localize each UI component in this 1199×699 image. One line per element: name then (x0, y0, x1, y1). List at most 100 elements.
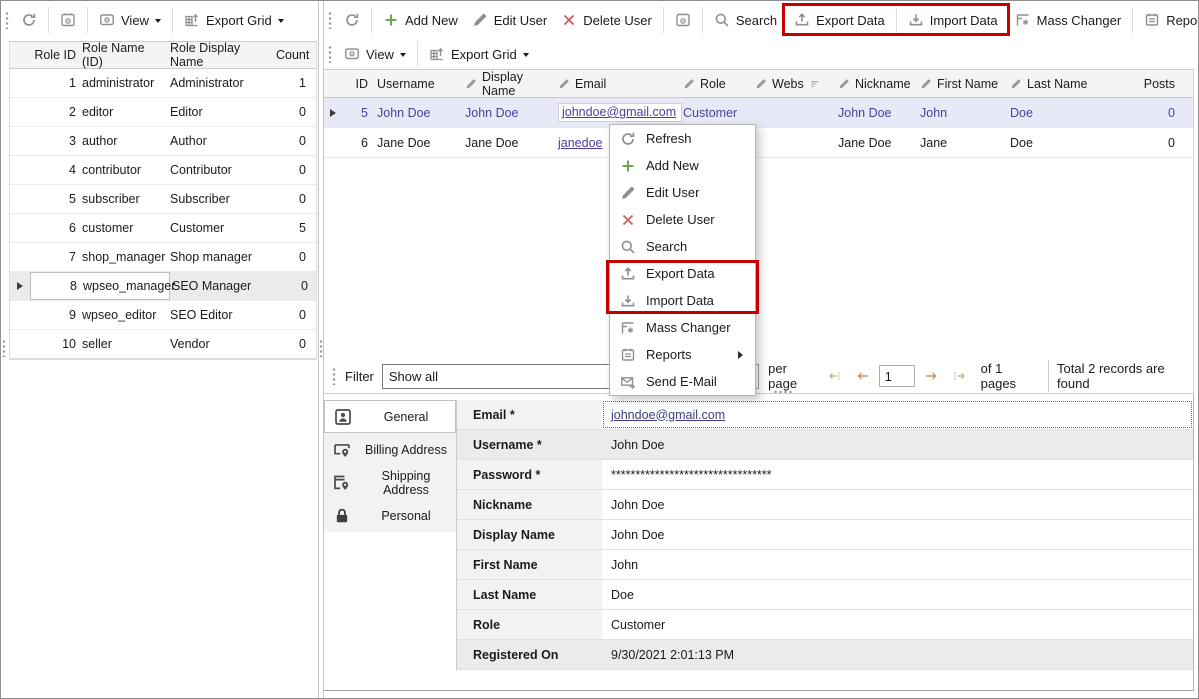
email-link[interactable]: johndoe@gmail.com (562, 105, 676, 119)
mass-changer-button[interactable]: Mass Changer (1008, 4, 1129, 36)
plus-icon (620, 158, 636, 174)
menu-item-reports[interactable]: Reports (610, 341, 755, 368)
posts-cell: 0 (1105, 106, 1185, 120)
email-field[interactable]: johndoe@gmail.com (602, 400, 1193, 429)
grid-eye-icon (675, 12, 691, 28)
role-row[interactable]: 6customerCustomer5 (10, 214, 316, 243)
role-row[interactable]: 5subscriberSubscriber0 (10, 185, 316, 214)
next-page-icon[interactable] (923, 368, 939, 384)
toolbar-drag-handle[interactable] (328, 11, 332, 29)
menu-item-mass-changer[interactable]: Mass Changer (610, 314, 755, 341)
col-header-role-display-name[interactable]: Role Display Name (168, 41, 276, 69)
export-data-label: Export Data (816, 13, 885, 28)
form-row-display-name: Display Name John Doe (457, 520, 1193, 550)
email-link[interactable]: janedoe (558, 136, 603, 150)
pencil-icon (465, 78, 477, 90)
search-button[interactable]: Search (707, 4, 784, 36)
password-field[interactable]: ********************************* (602, 460, 1193, 489)
col-header-last-name[interactable]: Last Name (1010, 77, 1105, 91)
col-header-nickname[interactable]: Nickname (838, 77, 920, 91)
edit-user-button[interactable]: Edit User (465, 4, 554, 36)
user-row-selected[interactable]: 5 John Doe John Doe johndoe@gmail.com Cu… (324, 98, 1193, 128)
role-field[interactable]: Customer (602, 610, 1193, 639)
col-header-posts[interactable]: Posts (1105, 77, 1185, 91)
row-indicator (10, 243, 30, 271)
col-header-role[interactable]: Role (683, 77, 755, 91)
refresh-button[interactable] (337, 4, 367, 36)
col-header-username[interactable]: Username (368, 77, 465, 91)
menu-item-label: Reports (646, 347, 692, 362)
export-data-button[interactable]: Export Data (787, 4, 892, 36)
toolbar-drag-handle[interactable] (5, 11, 9, 29)
view-dropdown-button[interactable]: View (337, 38, 413, 70)
menu-item-refresh[interactable]: Refresh (610, 125, 755, 152)
role-display-cell: Vendor (168, 337, 276, 351)
toolbar-drag-handle[interactable] (332, 367, 336, 385)
tab-personal[interactable]: Personal (324, 499, 456, 532)
role-row[interactable]: 9wpseo_editorSEO Editor0 (10, 301, 316, 330)
export-grid-dropdown-button[interactable]: Export Grid (422, 38, 536, 70)
users-toolbar: Add New Edit User Delete User Search Exp… (324, 1, 1199, 39)
role-row-selected[interactable]: 8wpseo_managerSEO Manager0 (10, 272, 316, 301)
refresh-button[interactable] (14, 4, 44, 36)
email-value-link[interactable]: johndoe@gmail.com (611, 408, 725, 422)
role-display-cell: Administrator (168, 76, 276, 90)
tab-general[interactable]: General (324, 400, 456, 433)
role-count-cell: 5 (276, 221, 312, 235)
delete-user-button[interactable]: Delete User (554, 4, 659, 36)
nickname-field[interactable]: John Doe (602, 490, 1193, 519)
reports-dropdown-button[interactable]: Reports (1137, 4, 1199, 36)
email-header-label: Email (575, 77, 606, 91)
col-header-role-id[interactable]: Role ID (30, 48, 82, 62)
detail-panel: General Billing Address Shipping Address… (324, 393, 1194, 691)
display-name-field[interactable]: John Doe (602, 520, 1193, 549)
auto-refresh-button[interactable] (668, 4, 698, 36)
col-header-id[interactable]: ID (342, 77, 368, 91)
role-row[interactable]: 3authorAuthor0 (10, 127, 316, 156)
role-row[interactable]: 2editorEditor0 (10, 98, 316, 127)
menu-item-send-email[interactable]: Send E-Mail (610, 368, 755, 395)
splitter-grip[interactable] (319, 339, 323, 357)
last-name-field[interactable]: Doe (602, 580, 1193, 609)
col-header-email[interactable]: Email (558, 77, 683, 91)
menu-item-delete-user[interactable]: Delete User (610, 206, 755, 233)
export-grid-dropdown-button[interactable]: Export Grid (177, 4, 291, 36)
menu-item-import-data[interactable]: Import Data (610, 287, 755, 314)
first-page-icon[interactable] (827, 368, 843, 384)
view-dropdown-button[interactable]: View (92, 4, 168, 36)
window-splitter-handle[interactable] (2, 339, 6, 357)
menu-item-add-new[interactable]: Add New (610, 152, 755, 179)
role-row[interactable]: 10sellerVendor0 (10, 330, 316, 359)
first-name-field-label: First Name (457, 550, 602, 579)
auto-refresh-button[interactable] (53, 4, 83, 36)
first-name-field[interactable]: John (602, 550, 1193, 579)
role-row[interactable]: 1administratorAdministrator1 (10, 69, 316, 98)
col-header-count[interactable]: Count (276, 48, 312, 62)
reports-label: Reports (1166, 13, 1199, 28)
last-page-icon[interactable] (951, 368, 967, 384)
toolbar-separator (371, 7, 372, 33)
import-data-button[interactable]: Import Data (901, 4, 1005, 36)
tab-shipping-address[interactable]: Shipping Address (324, 466, 456, 499)
user-row[interactable]: 6 Jane Doe Jane Doe janedoe Jane Doe Jan… (324, 128, 1193, 158)
role-count-cell: 0 (278, 279, 314, 293)
role-row[interactable]: 4contributorContributor0 (10, 156, 316, 185)
prev-page-icon[interactable] (855, 368, 871, 384)
pencil-icon (558, 78, 570, 90)
col-header-first-name[interactable]: First Name (920, 77, 1010, 91)
col-header-webs[interactable]: Webs (755, 77, 838, 91)
menu-item-search[interactable]: Search (610, 233, 755, 260)
selected-row-arrow-icon (324, 98, 342, 127)
page-input[interactable] (879, 365, 915, 387)
menu-item-edit-user[interactable]: Edit User (610, 179, 755, 206)
toolbar-drag-handle[interactable] (328, 45, 332, 63)
add-new-button[interactable]: Add New (376, 4, 465, 36)
role-row[interactable]: 7shop_managerShop manager0 (10, 243, 316, 272)
toolbar-separator (417, 41, 418, 67)
tab-billing-address[interactable]: Billing Address (324, 433, 456, 466)
menu-item-export-data[interactable]: Export Data (610, 260, 755, 287)
role-field-label: Role (457, 610, 602, 639)
col-header-display-name[interactable]: Display Name (465, 70, 558, 98)
col-header-role-name[interactable]: Role Name (ID) (82, 41, 168, 69)
add-new-label: Add New (405, 13, 458, 28)
